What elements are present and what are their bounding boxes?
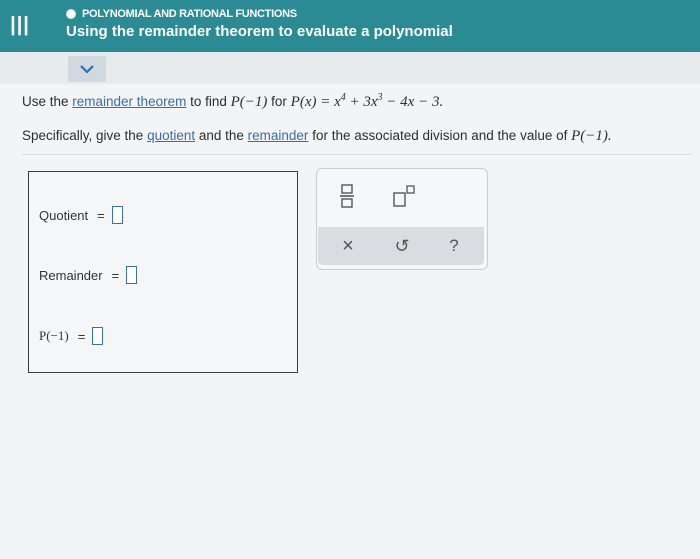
page-title: Using the remainder theorem to evaluate …: [66, 23, 453, 40]
question-text: Use the: [22, 94, 73, 109]
equals-sign: =: [97, 207, 105, 223]
question-text: to find: [186, 94, 231, 109]
quotient-input[interactable]: [111, 206, 123, 224]
collapse-toggle[interactable]: [68, 56, 106, 82]
question-line-1: Use the remainder theorem to find P(−1) …: [22, 92, 443, 111]
quotient-label: Quotient: [39, 207, 89, 223]
header-bar: ||| POLYNOMIAL AND RATIONAL FUNCTIONS Us…: [0, 0, 700, 52]
undo-icon[interactable]: ↺: [390, 234, 414, 258]
remainder-theorem-link[interactable]: remainder theorem: [72, 94, 186, 109]
remainder-row: Remainder =: [39, 266, 138, 284]
menu-icon[interactable]: |||: [7, 12, 33, 38]
quotient-row: Quotient =: [39, 206, 123, 224]
question-text: and the: [195, 128, 248, 143]
poly-part: + 3x: [345, 94, 378, 110]
remainder-label: Remainder: [39, 267, 103, 283]
target-expression: P(−1): [230, 94, 268, 110]
help-icon[interactable]: ?: [442, 234, 466, 258]
target-expression: P(−1).: [571, 128, 612, 144]
exponent-icon: [393, 185, 415, 207]
quotient-link[interactable]: quotient: [147, 128, 195, 143]
equals-sign: =: [77, 328, 86, 344]
toolbar-upper: [317, 169, 487, 225]
math-toolbar: × ↺ ?: [316, 168, 488, 270]
topic-status-dot: [66, 9, 76, 19]
p-value-label: P(−1): [39, 328, 69, 343]
chevron-down-icon: [80, 64, 94, 74]
equals-sign: =: [111, 267, 120, 283]
exponent-button[interactable]: [389, 179, 419, 213]
answer-panel: Quotient = Remainder = P(−1) =: [28, 171, 298, 373]
p-value-row: P(−1) =: [39, 327, 104, 345]
question-text: for the associated division and the valu…: [308, 128, 572, 143]
poly-part: − 4x − 3.: [382, 94, 444, 110]
p-value-input[interactable]: [92, 327, 104, 345]
remainder-link[interactable]: remainder: [248, 128, 309, 143]
topic-line: POLYNOMIAL AND RATIONAL FUNCTIONS: [66, 7, 297, 21]
poly-part: P(x) = x: [290, 94, 341, 110]
fraction-button[interactable]: [335, 179, 359, 213]
question-text: Specifically, give the: [22, 128, 148, 143]
remainder-input[interactable]: [126, 266, 138, 284]
clear-icon[interactable]: ×: [336, 234, 360, 258]
toolbar-lower: × ↺ ?: [318, 227, 484, 265]
polynomial-expression: P(x) = x4 + 3x3 − 4x − 3.: [290, 92, 444, 110]
question-line-2: Specifically, give the quotient and the …: [22, 128, 612, 145]
divider: [22, 154, 692, 155]
question-text: for: [267, 94, 291, 109]
fraction-icon: [340, 184, 354, 208]
topic-label: POLYNOMIAL AND RATIONAL FUNCTIONS: [82, 8, 297, 20]
